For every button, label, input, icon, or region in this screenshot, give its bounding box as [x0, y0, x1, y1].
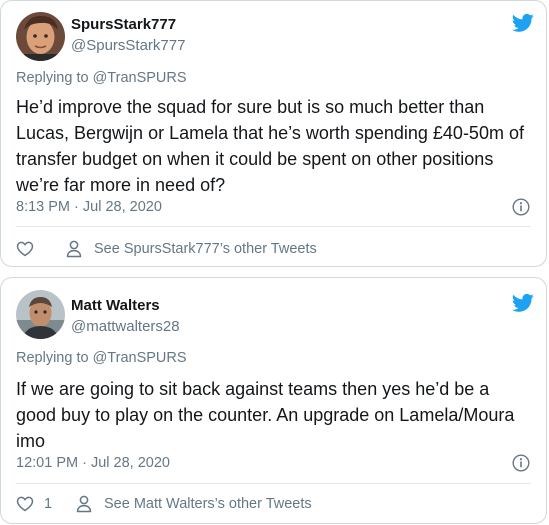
heart-icon[interactable] [16, 495, 34, 513]
user-handle[interactable]: @mattwalters28 [71, 318, 180, 335]
heart-icon[interactable] [16, 240, 34, 258]
replying-prefix: Replying to [16, 70, 89, 86]
tweet-actions: 1 See Matt Walters’s other Tweets [16, 493, 312, 515]
tweet-actions: See SpursStark777’s other Tweets [16, 238, 317, 260]
twitter-bird-icon[interactable] [512, 13, 534, 33]
like-count: 1 [44, 496, 53, 512]
display-name[interactable]: Matt Walters [71, 297, 160, 314]
user-handle[interactable]: @SpursStark777 [71, 37, 185, 54]
tweet-card[interactable]: Matt Walters @mattwalters28 Replying to … [0, 277, 547, 524]
other-tweets-link[interactable]: See SpursStark777’s other Tweets [94, 241, 317, 257]
display-name[interactable]: SpursStark777 [71, 16, 176, 33]
replying-to-handle-link[interactable]: @TranSPURS [93, 70, 187, 86]
person-icon [66, 240, 82, 258]
twitter-bird-icon[interactable] [512, 293, 534, 313]
tweet-timestamp[interactable]: 8:13 PM · Jul 28, 2020 [16, 199, 162, 215]
tweet-text: If we are going to sit back against team… [16, 379, 515, 451]
avatar[interactable] [16, 12, 65, 61]
divider [16, 226, 531, 227]
info-icon[interactable] [512, 454, 530, 472]
avatar[interactable] [16, 290, 65, 339]
tweet-timestamp[interactable]: 12:01 PM · Jul 28, 2020 [16, 455, 170, 471]
other-tweets-link[interactable]: See Matt Walters’s other Tweets [104, 496, 312, 512]
replying-to-line: Replying to @TranSPURS [16, 70, 187, 86]
divider [16, 483, 531, 484]
replying-to-handle-link[interactable]: @TranSPURS [93, 350, 187, 366]
tweet-text: He’d improve the squad for sure but is s… [16, 97, 524, 195]
person-icon [76, 495, 92, 513]
replying-to-line: Replying to @TranSPURS [16, 350, 187, 366]
info-icon[interactable] [512, 198, 530, 216]
replying-prefix: Replying to [16, 350, 89, 366]
tweet-card[interactable]: SpursStark777 @SpursStark777 Replying to… [0, 0, 547, 267]
